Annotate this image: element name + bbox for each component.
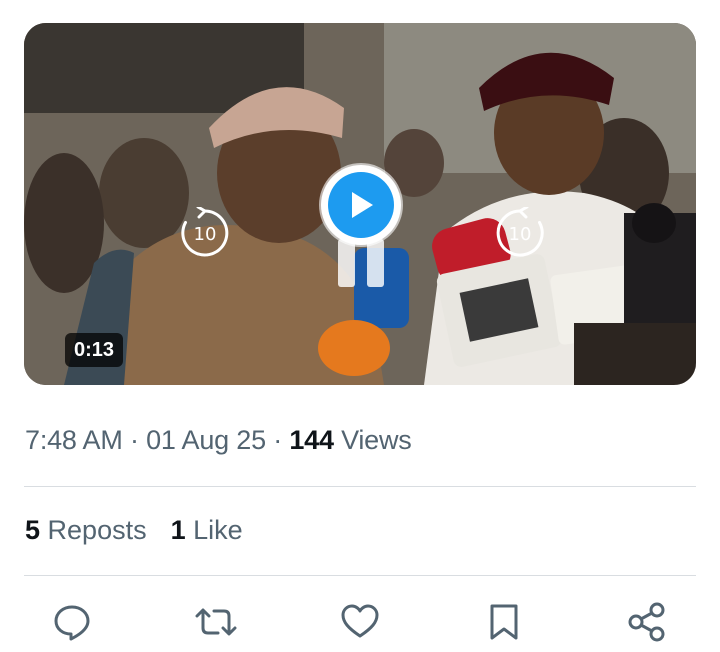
play-button[interactable]: [321, 165, 401, 245]
views-count: 144: [289, 425, 334, 455]
likes-label: Like: [185, 515, 243, 545]
action-bar: [0, 600, 720, 650]
reply-button[interactable]: [50, 600, 94, 644]
reply-icon: [54, 605, 90, 641]
video-duration: 0:13: [65, 333, 124, 367]
pause-icon: [338, 239, 384, 289]
reposts-stat[interactable]: 5 Reposts: [25, 515, 147, 545]
reposts-label: Reposts: [40, 515, 147, 545]
engagement-stats: 5 Reposts 1 Like: [25, 515, 243, 546]
skip-back-label: 10: [193, 223, 217, 245]
like-icon: [341, 604, 379, 638]
tweet-detail: 10 10 0:13 7:48 AM · 01 Aug 25 · 144 Vie…: [0, 0, 720, 652]
tweet-time[interactable]: 7:48 AM: [25, 425, 123, 455]
likes-stat[interactable]: 1 Like: [171, 515, 243, 545]
skip-forward-button[interactable]: 10: [494, 207, 546, 259]
like-button[interactable]: [338, 600, 382, 644]
share-icon: [628, 602, 665, 642]
tweet-date[interactable]: 01 Aug 25: [146, 425, 266, 455]
repost-button[interactable]: [194, 600, 238, 644]
bookmark-icon: [490, 604, 518, 640]
play-icon-circle: [328, 172, 394, 238]
tweet-meta: 7:48 AM · 01 Aug 25 · 144 Views: [25, 425, 412, 456]
skip-back-button[interactable]: 10: [179, 207, 231, 259]
views-label: Views: [333, 425, 412, 455]
repost-icon: [195, 608, 237, 636]
likes-count: 1: [170, 515, 186, 545]
share-button[interactable]: [625, 600, 669, 644]
divider: [24, 575, 696, 576]
reposts-count: 5: [25, 515, 41, 545]
skip-forward-label: 10: [508, 223, 532, 245]
meta-separator: ·: [265, 425, 290, 455]
meta-separator: ·: [122, 425, 147, 455]
bookmark-button[interactable]: [482, 600, 526, 644]
play-icon: [352, 192, 373, 218]
video-player[interactable]: 10 10 0:13: [24, 23, 696, 385]
divider: [24, 486, 696, 487]
